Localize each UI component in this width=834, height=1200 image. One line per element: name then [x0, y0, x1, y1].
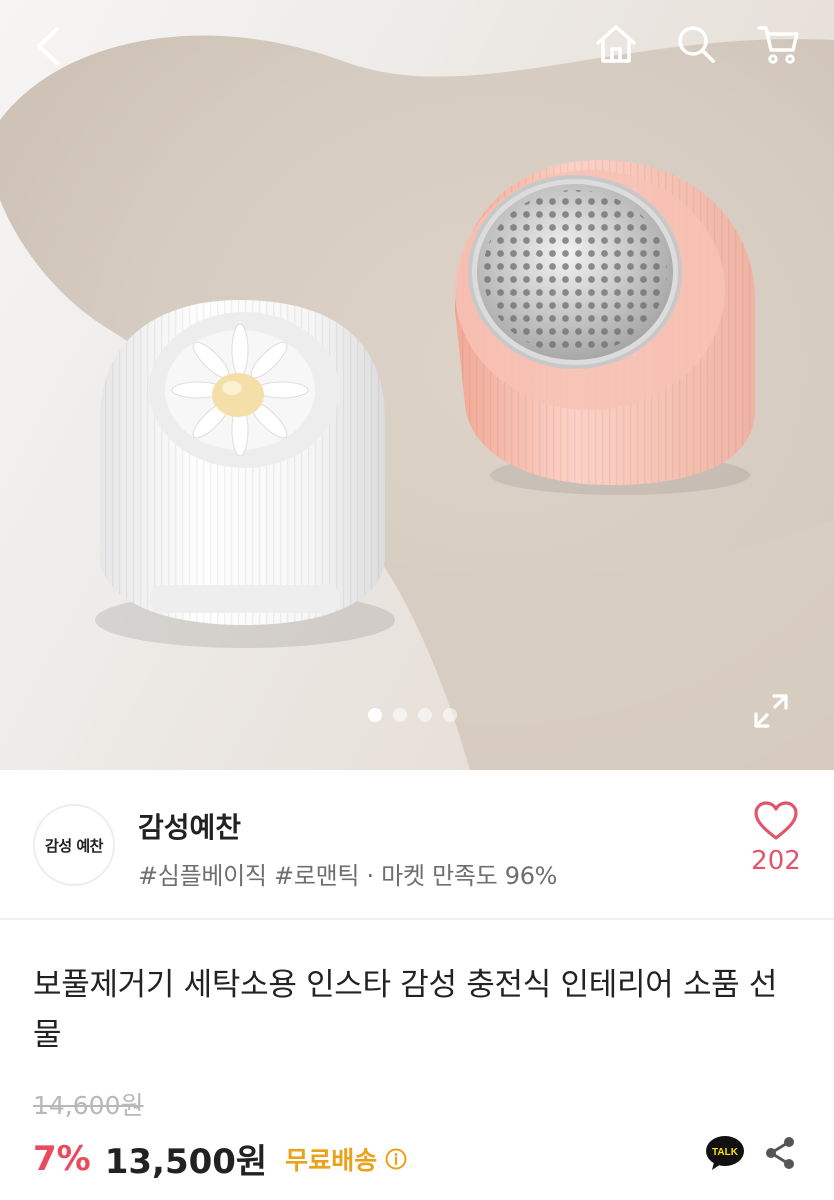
back-arrow-icon [37, 27, 59, 65]
original-price: 14,600원 [33, 1091, 144, 1120]
search-button[interactable] [670, 18, 722, 70]
svg-text:TALK: TALK [712, 1147, 739, 1158]
cart-icon [757, 26, 799, 64]
carousel-dot-4[interactable] [443, 708, 457, 722]
info-icon [385, 1148, 407, 1169]
like-button[interactable]: 202 [740, 800, 812, 892]
carousel-dot-2[interactable] [393, 708, 407, 722]
expand-icon [754, 694, 788, 728]
heart-icon [754, 801, 798, 840]
price-row: 7% 13,500원 무료배송 [33, 1134, 407, 1183]
carousel-dot-1[interactable] [368, 708, 382, 722]
seller-tags: #심플베이직 #로맨틱 · 마켓 만족도 96% [138, 862, 558, 890]
kakaotalk-button[interactable]: TALK [704, 1134, 746, 1172]
seller-section: 감성 예찬 감성예찬 #심플베이직 #로맨틱 · 마켓 만족도 96% 202 [0, 770, 834, 920]
cart-button[interactable] [752, 18, 804, 70]
seller-logo[interactable]: 감성 예찬 [33, 804, 115, 886]
free-shipping-label: 무료배송 [285, 1145, 378, 1175]
back-button[interactable] [22, 20, 74, 72]
share-icon [766, 1137, 794, 1169]
top-navigation-bar [0, 0, 834, 92]
share-button[interactable] [762, 1134, 798, 1172]
product-photo [0, 35, 834, 770]
search-icon [678, 26, 715, 63]
home-icon [596, 25, 636, 63]
fullscreen-button[interactable] [746, 686, 796, 736]
kakaotalk-icon: TALK [706, 1136, 744, 1170]
shipping-info-button[interactable] [385, 1148, 407, 1170]
like-count: 202 [751, 846, 801, 876]
seller-logo-text: 감성 예찬 [45, 836, 103, 855]
carousel-indicator [368, 708, 457, 722]
product-image-carousel[interactable] [0, 0, 834, 770]
carousel-dot-3[interactable] [418, 708, 432, 722]
sale-price: 13,500원 [104, 1142, 268, 1182]
home-button[interactable] [590, 18, 642, 70]
seller-name[interactable]: 감성예찬 [138, 806, 241, 846]
discount-rate: 7% [33, 1138, 91, 1179]
product-title: 보풀제거기 세탁소용 인스타 감성 충전식 인테리어 소품 선물 [33, 967, 778, 1053]
